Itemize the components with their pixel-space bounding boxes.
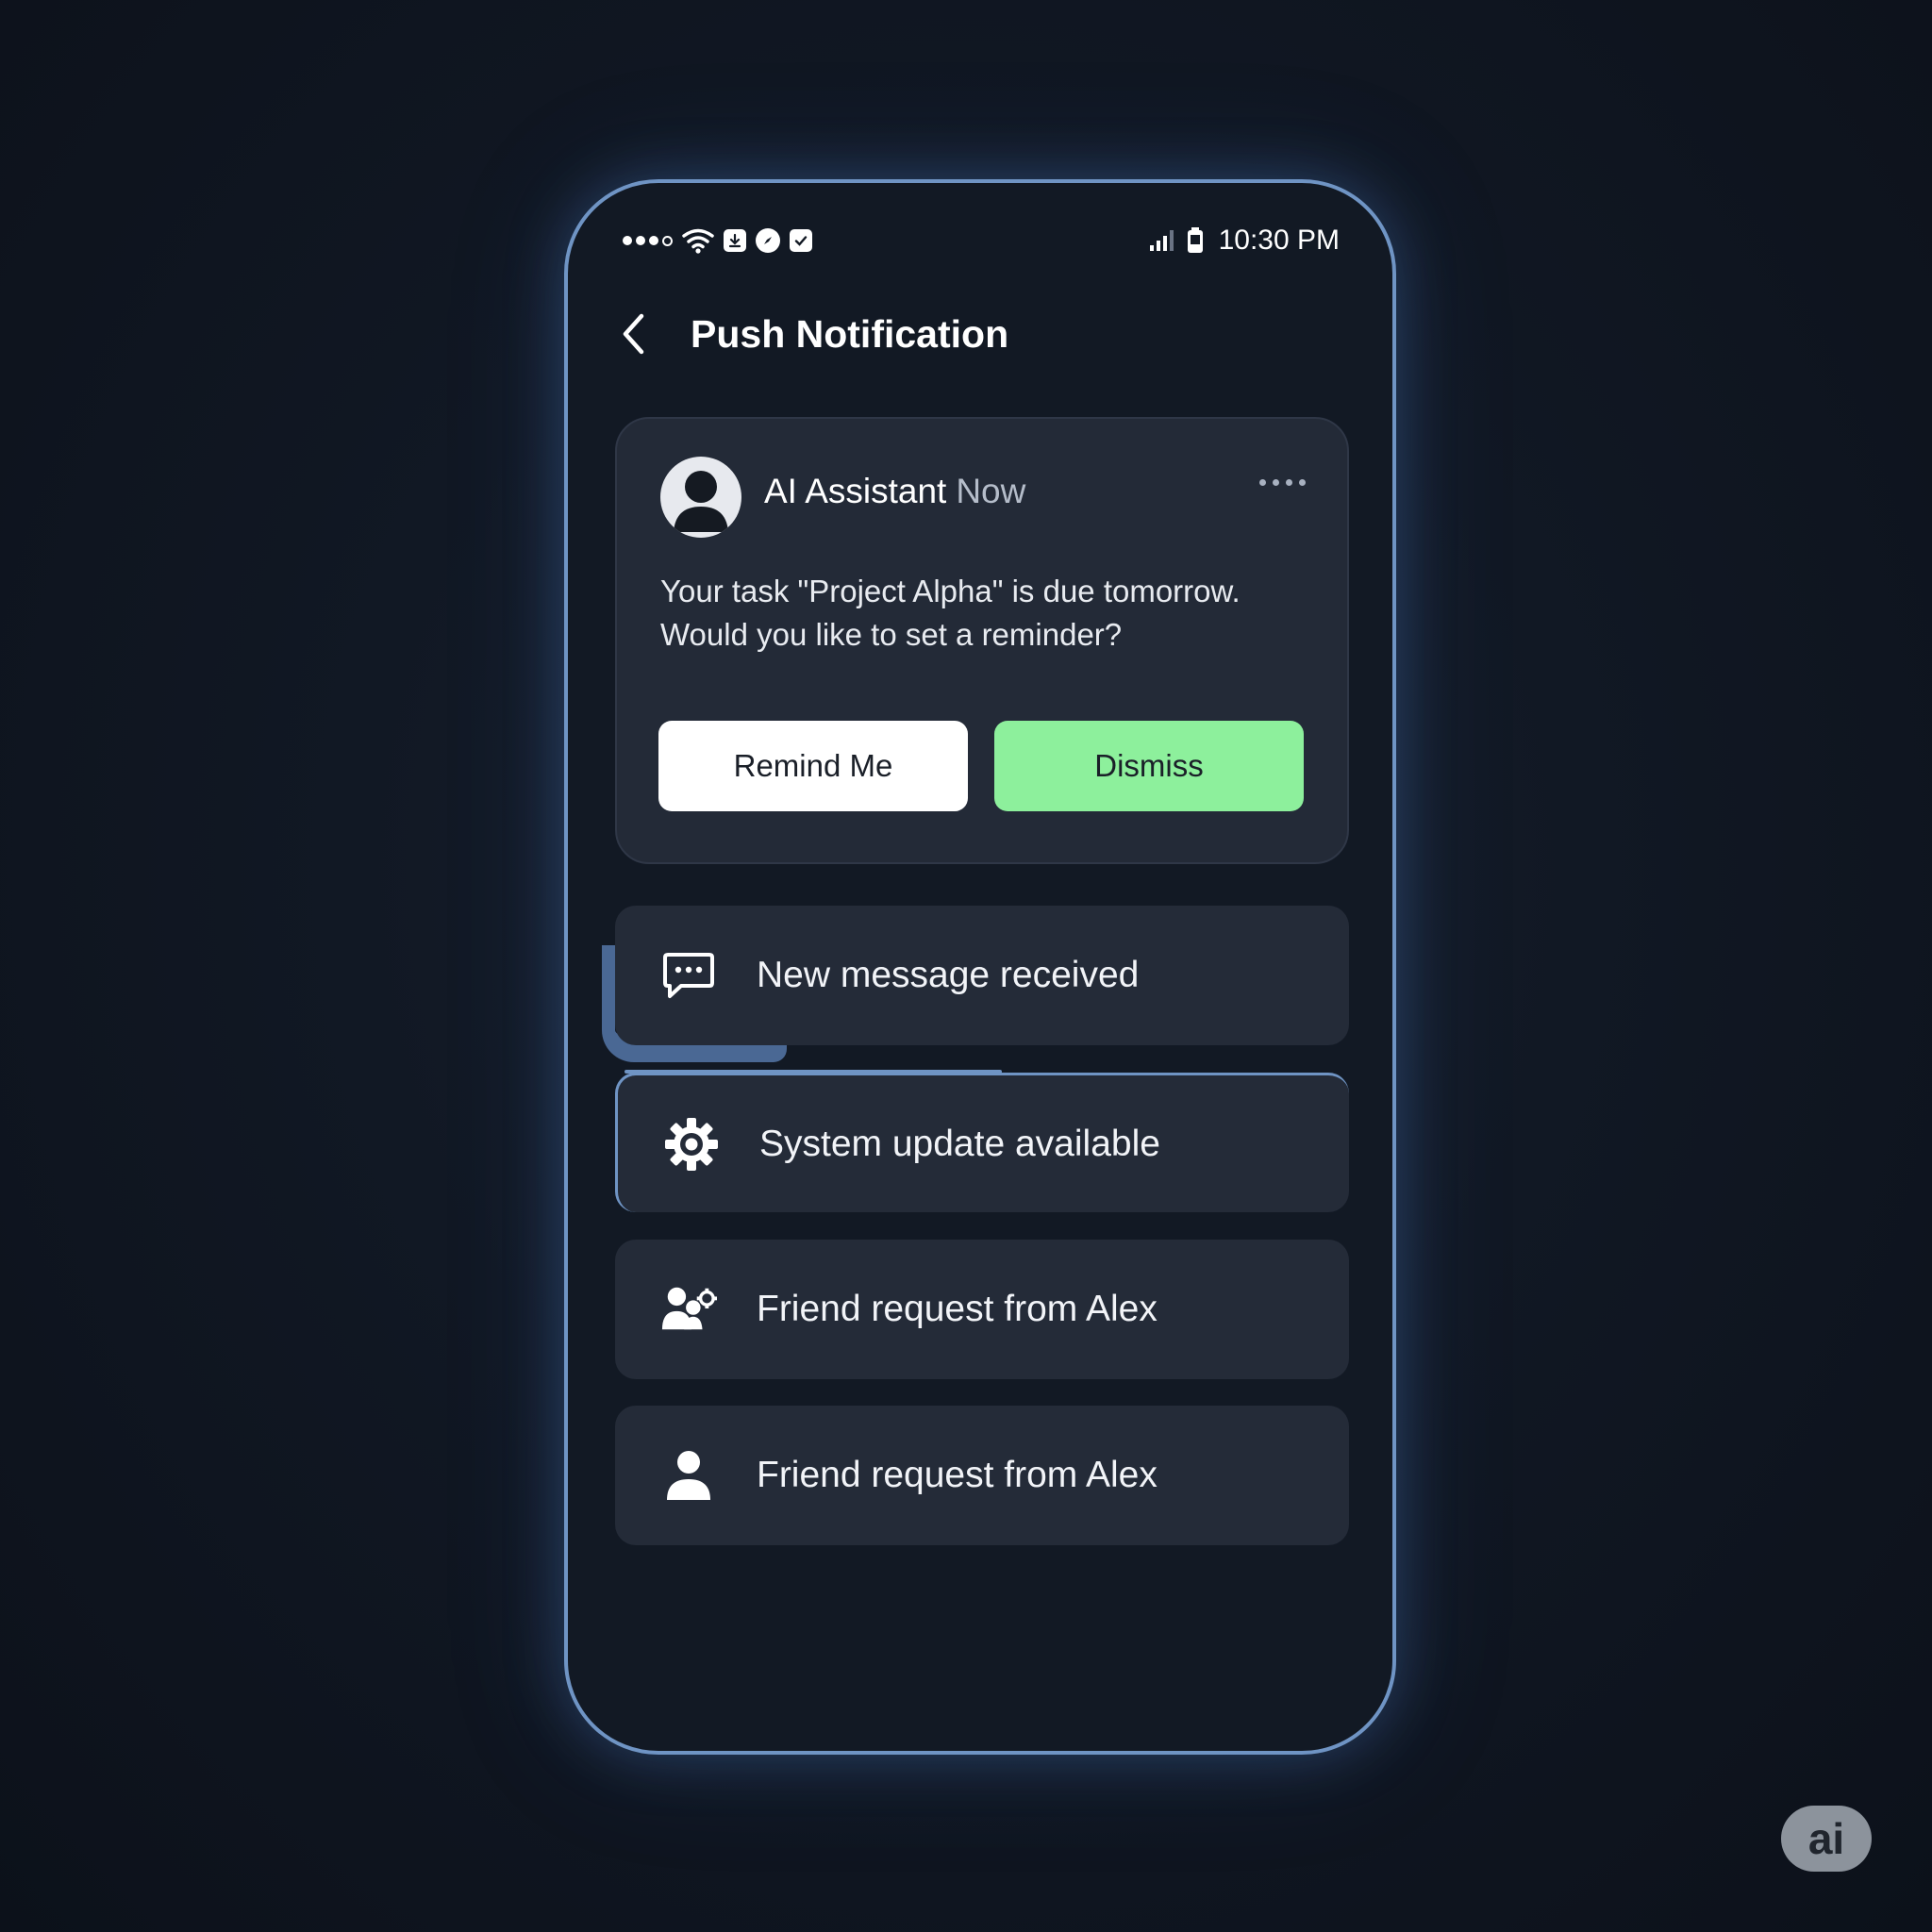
notification-body-line-1: Your task "Project Alpha" is due tomorro…: [660, 574, 1241, 608]
sender-name: AI Assistant: [764, 472, 947, 510]
notification-card[interactable]: AI Assistant Now Your task "Project Alpha…: [615, 417, 1349, 864]
status-right: 10:30 PM: [1149, 225, 1340, 257]
phone-frame: 10:30 PM Push Notification AI Assistant N…: [564, 179, 1396, 1755]
status-left: [623, 227, 812, 254]
list-item-system-update[interactable]: System update available: [615, 1073, 1349, 1212]
list-item-label: New message received: [757, 955, 1140, 995]
ai-watermark-badge: ai: [1781, 1806, 1872, 1872]
chevron-left-icon: [623, 313, 644, 355]
battery-icon: [1187, 227, 1203, 253]
check-notification-icon: [790, 229, 812, 252]
dismiss-button[interactable]: Dismiss: [994, 721, 1304, 811]
more-dots-icon: [1259, 479, 1266, 486]
sender-line: AI Assistant Now: [764, 472, 1025, 511]
list-item-label: Friend request from Alex: [757, 1455, 1158, 1495]
user-avatar-icon: [674, 471, 728, 532]
user-icon: [660, 1447, 717, 1504]
signal-dots-icon: [623, 235, 673, 246]
gear-icon: [663, 1116, 720, 1173]
status-time: 10:30 PM: [1218, 225, 1340, 256]
download-notification-icon: [724, 229, 746, 252]
chat-bubble-icon: [660, 947, 717, 1004]
list-item-new-message[interactable]: New message received: [615, 906, 1349, 1045]
back-button[interactable]: [615, 306, 653, 362]
users-settings-icon: [660, 1281, 717, 1338]
wifi-icon: [682, 228, 714, 254]
cell-signal-icon: [1149, 230, 1174, 251]
page-title: Push Notification: [691, 311, 1009, 356]
header: Push Notification: [615, 306, 1008, 362]
compass-notification-icon: [756, 228, 780, 253]
list-item-label: Friend request from Alex: [757, 1289, 1158, 1329]
notification-time: Now: [956, 472, 1026, 510]
more-options-button[interactable]: [1256, 475, 1309, 490]
notification-body-line-2: Would you like to set a reminder?: [660, 617, 1123, 652]
notification-body: Your task "Project Alpha" is due tomorro…: [660, 570, 1311, 657]
list-item-label: System update available: [759, 1123, 1160, 1164]
avatar: [660, 457, 741, 538]
remind-me-button[interactable]: Remind Me: [658, 721, 968, 811]
list-item-friend-request[interactable]: Friend request from Alex: [615, 1240, 1349, 1379]
status-bar: 10:30 PM: [623, 217, 1340, 264]
list-item-friend-request-2[interactable]: Friend request from Alex: [615, 1406, 1349, 1545]
